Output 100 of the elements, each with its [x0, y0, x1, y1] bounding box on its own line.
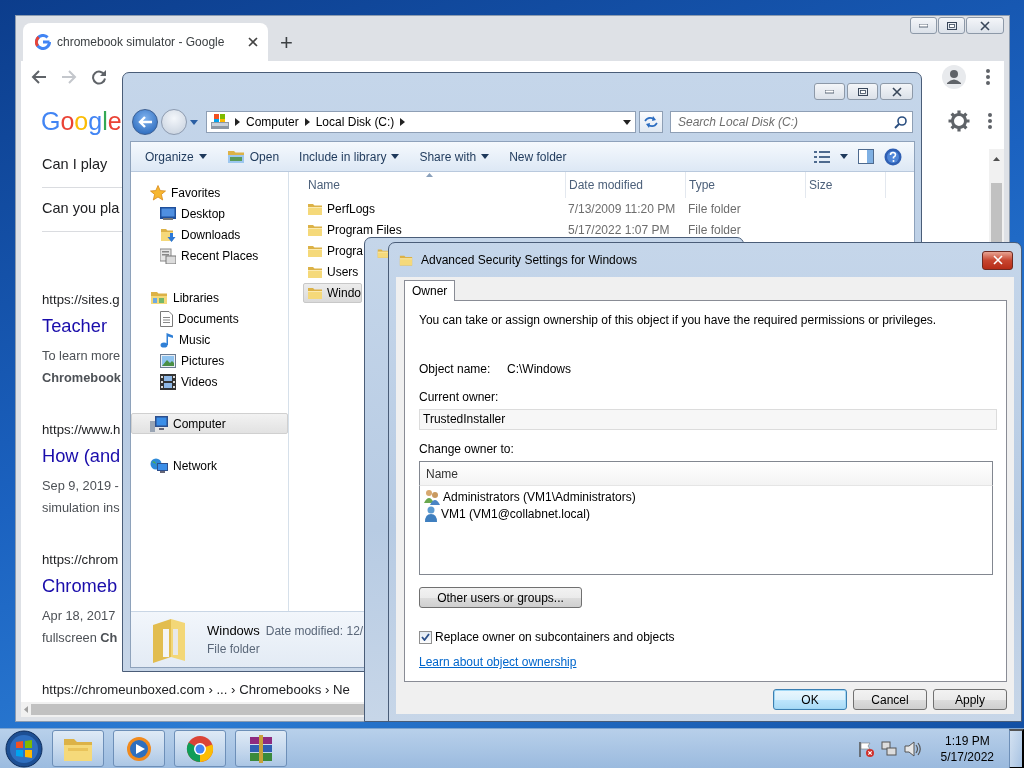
folder-icon [399, 253, 413, 267]
close-icon[interactable] [248, 37, 258, 47]
search-field[interactable]: Search Local Disk (C:) [670, 111, 913, 133]
column-header[interactable]: Type [686, 172, 806, 198]
reload-icon[interactable] [91, 69, 107, 85]
toolbar-button[interactable]: Organize [141, 145, 211, 168]
search-icon[interactable] [894, 116, 907, 129]
result-snippet: fullscreen Ch [42, 629, 118, 647]
nav-item[interactable]: Network [131, 455, 288, 476]
result-title-link[interactable]: How (and [42, 441, 121, 471]
refresh-button[interactable] [639, 111, 663, 133]
other-users-button[interactable]: Other users or groups... [419, 587, 582, 608]
profile-icon[interactable] [942, 65, 966, 89]
media-player-icon [126, 735, 152, 762]
nav-item[interactable]: Recent Places [131, 245, 288, 266]
folder-icon [307, 243, 323, 258]
dialog-button[interactable]: OK [773, 689, 847, 710]
browser-tab[interactable]: chromebook simulator - Google [23, 23, 268, 61]
nav-item[interactable]: Documents [131, 308, 288, 329]
speaker-icon[interactable] [903, 740, 922, 757]
address-bar[interactable]: Computer Local Disk (C:) [206, 111, 636, 133]
item-type: File folder [207, 642, 260, 657]
taskbar-button[interactable] [52, 730, 104, 767]
tab[interactable]: Owner [404, 280, 456, 301]
start-button-icon[interactable] [5, 729, 43, 768]
maximize-button[interactable] [847, 83, 878, 100]
owner-item[interactable]: VM1 (VM1@collabnet.local) [420, 505, 594, 522]
nav-item[interactable]: Computer [131, 413, 288, 434]
maximize-button[interactable] [938, 17, 965, 34]
close-icon[interactable] [980, 20, 990, 31]
file-date: 7/13/2009 11:20 PM [568, 200, 676, 218]
toolbar-button[interactable]: Open [222, 145, 284, 168]
result-snippet: simulation ins [42, 499, 120, 517]
preview-pane-icon[interactable] [858, 149, 874, 164]
nav-item[interactable]: Music [131, 329, 288, 350]
checkbox[interactable] [419, 630, 432, 644]
column-header[interactable]: Size [806, 172, 886, 198]
taskbar-button[interactable] [235, 730, 287, 767]
toolbar-button[interactable]: Share with [415, 145, 494, 168]
network-icon[interactable] [880, 740, 897, 757]
breadcrumb-item[interactable]: Computer [246, 113, 299, 131]
view-list-icon[interactable] [814, 150, 830, 163]
result-url: https://chromeunboxed.com › ... › Chromebooks › Ne [42, 681, 350, 699]
scroll-up-icon[interactable] [993, 157, 1000, 161]
result-snippet: Chromebook [42, 369, 121, 387]
nav-item[interactable]: Downloads [131, 224, 288, 245]
help-icon[interactable] [884, 147, 902, 166]
taskbar-button[interactable] [113, 730, 165, 767]
folder-icon [151, 616, 187, 663]
owner-item[interactable]: Administrators (VM1\Administrators) [420, 488, 640, 505]
close-button[interactable] [966, 17, 1004, 34]
folder-icon [377, 248, 389, 259]
toolbar-button[interactable]: Include in library [295, 145, 404, 168]
back-button[interactable] [132, 109, 158, 135]
file-type: File folder [688, 200, 741, 218]
help-link[interactable]: Learn about object ownership [419, 654, 577, 670]
user-icon [424, 505, 438, 522]
menu-icon[interactable] [986, 69, 990, 85]
close-button[interactable] [880, 83, 913, 100]
dialog-button[interactable]: Apply [933, 689, 1007, 710]
result-title-link[interactable]: Chromeb [42, 571, 118, 601]
toolbar-button[interactable]: New folder [505, 145, 571, 168]
checkbox-label[interactable]: Replace owner on subcontainers and objects [435, 629, 675, 645]
dropdown-icon[interactable] [623, 119, 631, 125]
menu-icon[interactable] [988, 113, 992, 129]
nav-item[interactable]: Favorites [131, 182, 288, 203]
settings-icon[interactable] [948, 110, 970, 132]
owner-field[interactable]: TrustedInstaller [419, 409, 997, 430]
scrollbar-thumb[interactable] [991, 183, 1002, 243]
question-text[interactable]: Can you pla [42, 197, 120, 219]
column-header[interactable]: Name [419, 461, 993, 486]
question-text[interactable]: Can I play [42, 153, 108, 175]
breadcrumb-item[interactable]: Local Disk (C:) [315, 113, 395, 131]
file-item[interactable]: Windo [303, 282, 362, 303]
check-icon [421, 633, 430, 641]
nav-item[interactable]: Libraries [131, 287, 288, 308]
close-button[interactable] [982, 250, 1013, 270]
back-arrow-icon[interactable] [31, 69, 47, 85]
flag-icon[interactable] [857, 740, 874, 757]
sort-arrow-icon [426, 173, 433, 177]
chevron-icon [400, 118, 406, 126]
close-icon[interactable] [891, 86, 902, 97]
nav-item[interactable]: Videos [131, 371, 288, 392]
google-logo[interactable]: Google [41, 106, 122, 136]
clock-time[interactable]: 1:19 PM [944, 732, 990, 749]
taskbar-button[interactable] [174, 730, 226, 767]
file-item[interactable]: PerfLogs [303, 198, 377, 219]
file-item[interactable]: Progra [303, 240, 365, 261]
dialog-button[interactable]: Cancel [853, 689, 927, 710]
nav-item[interactable]: Pictures [131, 350, 288, 371]
show-desktop-button[interactable] [1009, 728, 1024, 768]
clock-date[interactable]: 5/17/2022 [940, 748, 994, 765]
new-tab-button[interactable]: + [276, 32, 297, 54]
downloads-icon [160, 226, 176, 243]
result-title-link[interactable]: Teacher [42, 311, 108, 341]
file-item[interactable]: Users [303, 261, 360, 282]
nav-item[interactable]: Desktop [131, 203, 288, 224]
column-header[interactable]: Date modified [566, 172, 686, 198]
caret-icon[interactable] [190, 119, 198, 125]
file-type: File folder [688, 221, 741, 239]
